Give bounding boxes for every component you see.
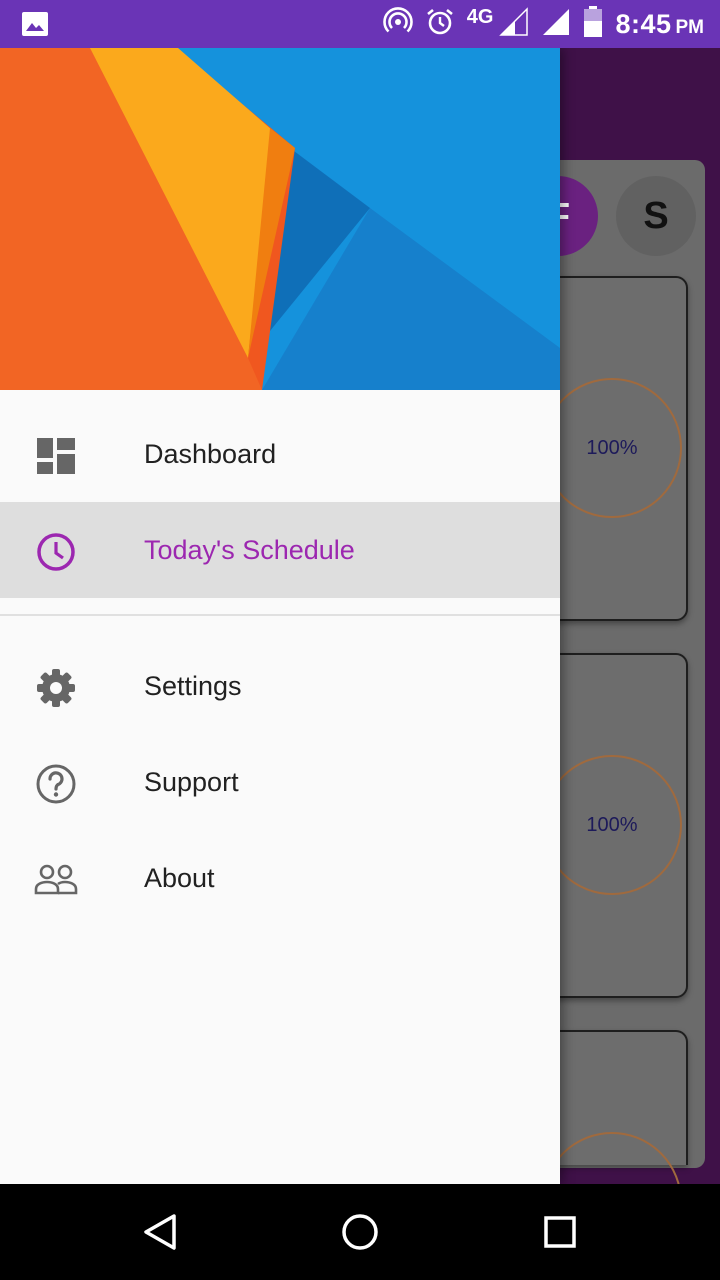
gallery-icon [22,12,48,36]
recents-button[interactable] [538,1210,582,1254]
menu-item-support[interactable]: Support [0,734,560,830]
dashboard-icon [34,434,78,478]
menu-item-settings[interactable]: Settings [0,638,560,734]
avatar-s: S [616,176,696,256]
people-icon [34,858,78,902]
navigation-drawer: Dashboard Today's Schedule Settings Supp… [0,48,560,1184]
recents-icon [544,1216,576,1248]
progress-percent: 100% [586,436,638,459]
menu-item-label: About [144,862,215,893]
menu-item-about[interactable]: About [0,830,560,926]
clock-icon [34,530,78,574]
menu-item-label: Settings [144,670,242,701]
drawer-menu: Dashboard Today's Schedule Settings Supp… [0,390,560,926]
back-icon [144,1214,176,1250]
back-button[interactable] [138,1210,182,1254]
menu-divider [0,614,560,616]
menu-item-label: Dashboard [144,438,277,469]
menu-item-dashboard[interactable]: Dashboard [0,406,560,502]
signal-icon [499,6,529,42]
home-icon [342,1214,378,1250]
menu-item-todays-schedule[interactable]: Today's Schedule [0,502,560,598]
alarm-icon [425,7,455,42]
help-icon [34,762,78,806]
clock: 8:45 PM [615,8,704,39]
progress-percent: 100% [586,813,638,836]
system-nav-bar [0,1184,720,1280]
gear-icon [34,666,78,710]
home-button[interactable] [338,1210,382,1254]
battery-icon [583,5,603,43]
network-type: 4G [466,5,494,28]
drawer-header-image [0,48,560,390]
menu-item-label: Support [144,766,239,797]
signal-icon [541,7,571,42]
status-bar: 4G 8:45 PM [0,0,720,48]
menu-item-label: Today's Schedule [144,534,355,565]
hotspot-icon [383,6,413,42]
